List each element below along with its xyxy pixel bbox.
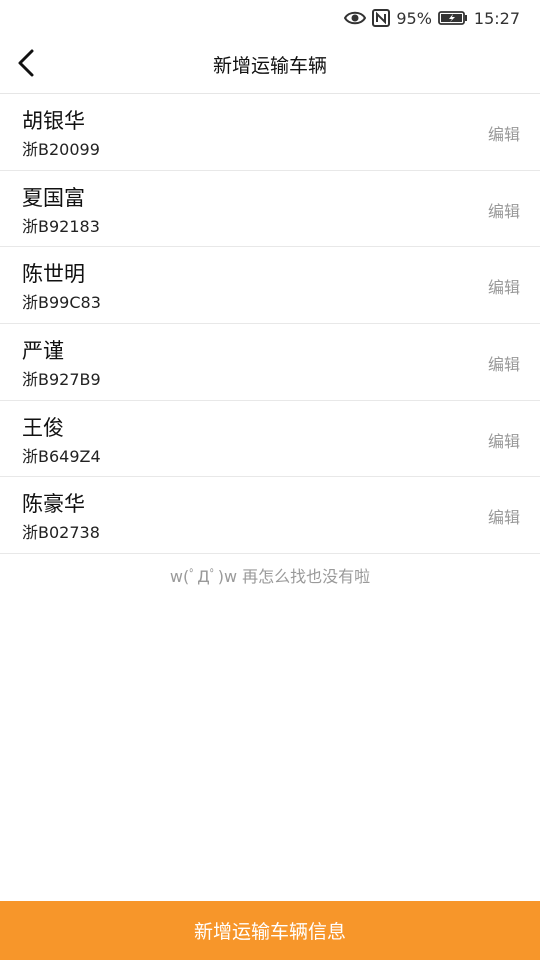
edit-button[interactable]: 编辑 xyxy=(488,428,520,452)
status-bar: 95% 15:27 xyxy=(0,0,540,36)
list-item[interactable]: 陈世明 浙B99C83 编辑 xyxy=(0,247,540,325)
battery-icon xyxy=(437,10,468,26)
list-item[interactable]: 王俊 浙B649Z4 编辑 xyxy=(0,401,540,478)
driver-name: 陈豪华 xyxy=(22,492,85,517)
plate-number: 浙B02738 xyxy=(22,523,100,543)
list-item[interactable]: 陈豪华 浙B02738 编辑 xyxy=(0,477,540,555)
battery-percent: 95% xyxy=(396,8,432,28)
list-item[interactable]: 夏国富 浙B92183 编辑 xyxy=(0,171,540,248)
plate-number: 浙B927B9 xyxy=(22,370,101,390)
list-item[interactable]: 胡银华 浙B20099 编辑 xyxy=(0,94,540,171)
add-vehicle-button[interactable]: 新增运输车辆信息 xyxy=(0,901,540,960)
plate-number: 浙B649Z4 xyxy=(22,446,101,466)
plate-number: 浙B92183 xyxy=(22,216,100,236)
list-end-message: w(ﾟДﾟ)w 再怎么找也没有啦 xyxy=(169,567,371,586)
edit-button[interactable]: 编辑 xyxy=(488,198,520,222)
eye-icon xyxy=(344,10,367,26)
driver-name: 夏国富 xyxy=(22,185,85,210)
vehicle-list: 胡银华 浙B20099 编辑 夏国富 浙B92183 编辑 陈世明 浙B99C8… xyxy=(0,94,540,555)
driver-name: 严谨 xyxy=(22,339,64,364)
driver-name: 王俊 xyxy=(22,415,64,440)
page-title: 新增运输车辆 xyxy=(212,55,327,77)
list-item[interactable]: 严谨 浙B927B9 编辑 xyxy=(0,324,540,401)
plate-number: 浙B20099 xyxy=(22,140,100,159)
driver-name: 胡银华 xyxy=(22,109,85,133)
nfc-icon xyxy=(372,9,391,27)
edit-button[interactable]: 编辑 xyxy=(488,274,520,298)
plate-number: 浙B99C83 xyxy=(22,293,101,313)
edit-button[interactable]: 编辑 xyxy=(488,351,520,375)
driver-name: 陈世明 xyxy=(22,262,85,287)
nav-bar: 新增运输车辆 xyxy=(0,36,540,94)
edit-button[interactable]: 编辑 xyxy=(488,121,520,145)
clock-time: 15:27 xyxy=(473,8,520,28)
edit-button[interactable]: 编辑 xyxy=(488,504,520,528)
